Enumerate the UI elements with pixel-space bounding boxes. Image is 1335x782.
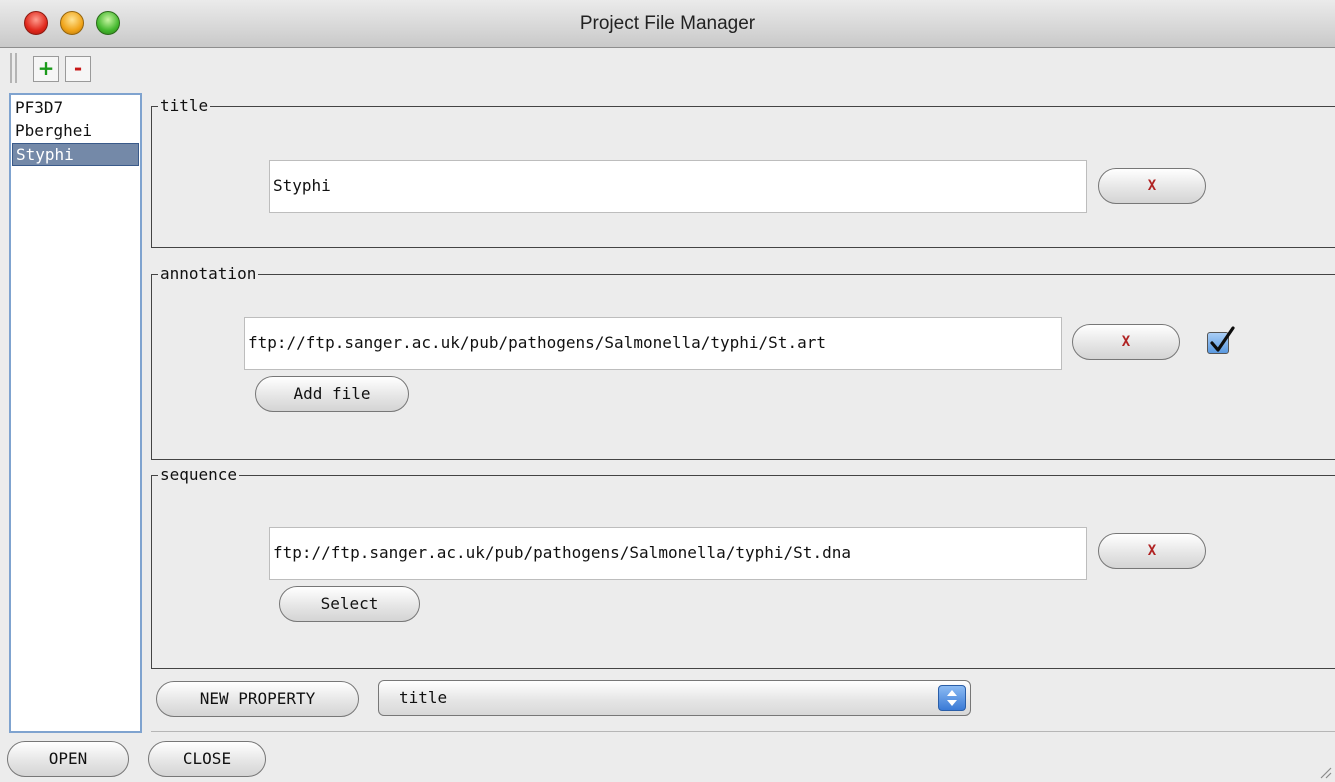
property-type-value: title [399, 688, 448, 707]
annotation-delete-button[interactable]: X [1072, 324, 1180, 360]
sequence-legend: sequence [158, 465, 240, 485]
title-input[interactable]: Styphi [269, 160, 1087, 213]
select-arrows-icon [938, 685, 966, 711]
new-property-button[interactable]: NEW PROPERTY [156, 681, 359, 717]
sequence-property-group: sequence ftp://ftp.sanger.ac.uk/pub/path… [151, 465, 1335, 669]
annotation-checkbox[interactable] [1207, 326, 1235, 354]
sequence-delete-button[interactable]: X [1098, 533, 1206, 569]
window-title: Project File Manager [579, 13, 756, 34]
annotation-property-group: annotation ftp://ftp.sanger.ac.uk/pub/pa… [151, 264, 1335, 460]
toolbar: + - [0, 48, 1335, 90]
project-item-styphi[interactable]: Styphi [12, 143, 139, 166]
title-delete-button[interactable]: X [1098, 168, 1206, 204]
checkmark-icon [1210, 326, 1235, 352]
add-file-button[interactable]: Add file [255, 376, 409, 412]
property-type-select[interactable]: title [378, 680, 971, 716]
project-item-pf3d7[interactable]: PF3D7 [12, 97, 139, 120]
select-sequence-button[interactable]: Select [279, 586, 420, 622]
remove-project-button[interactable]: - [65, 56, 91, 82]
add-project-button[interactable]: + [33, 56, 59, 82]
project-list[interactable]: PF3D7 Pberghei Styphi [9, 93, 142, 733]
project-item-pberghei[interactable]: Pberghei [12, 120, 139, 143]
bottom-separator [151, 731, 1335, 732]
title-legend: title [158, 96, 211, 116]
title-bar: Project File Manager [0, 0, 1335, 48]
title-property-group: title Styphi X [151, 96, 1335, 248]
annotation-input[interactable]: ftp://ftp.sanger.ac.uk/pub/pathogens/Sal… [244, 317, 1062, 370]
open-button[interactable]: OPEN [7, 741, 129, 777]
close-button[interactable]: CLOSE [148, 741, 266, 777]
toolbar-grip-icon[interactable] [10, 53, 17, 83]
annotation-legend: annotation [158, 264, 259, 284]
resize-grip-icon[interactable] [1316, 763, 1332, 779]
sequence-input[interactable]: ftp://ftp.sanger.ac.uk/pub/pathogens/Sal… [269, 527, 1087, 580]
